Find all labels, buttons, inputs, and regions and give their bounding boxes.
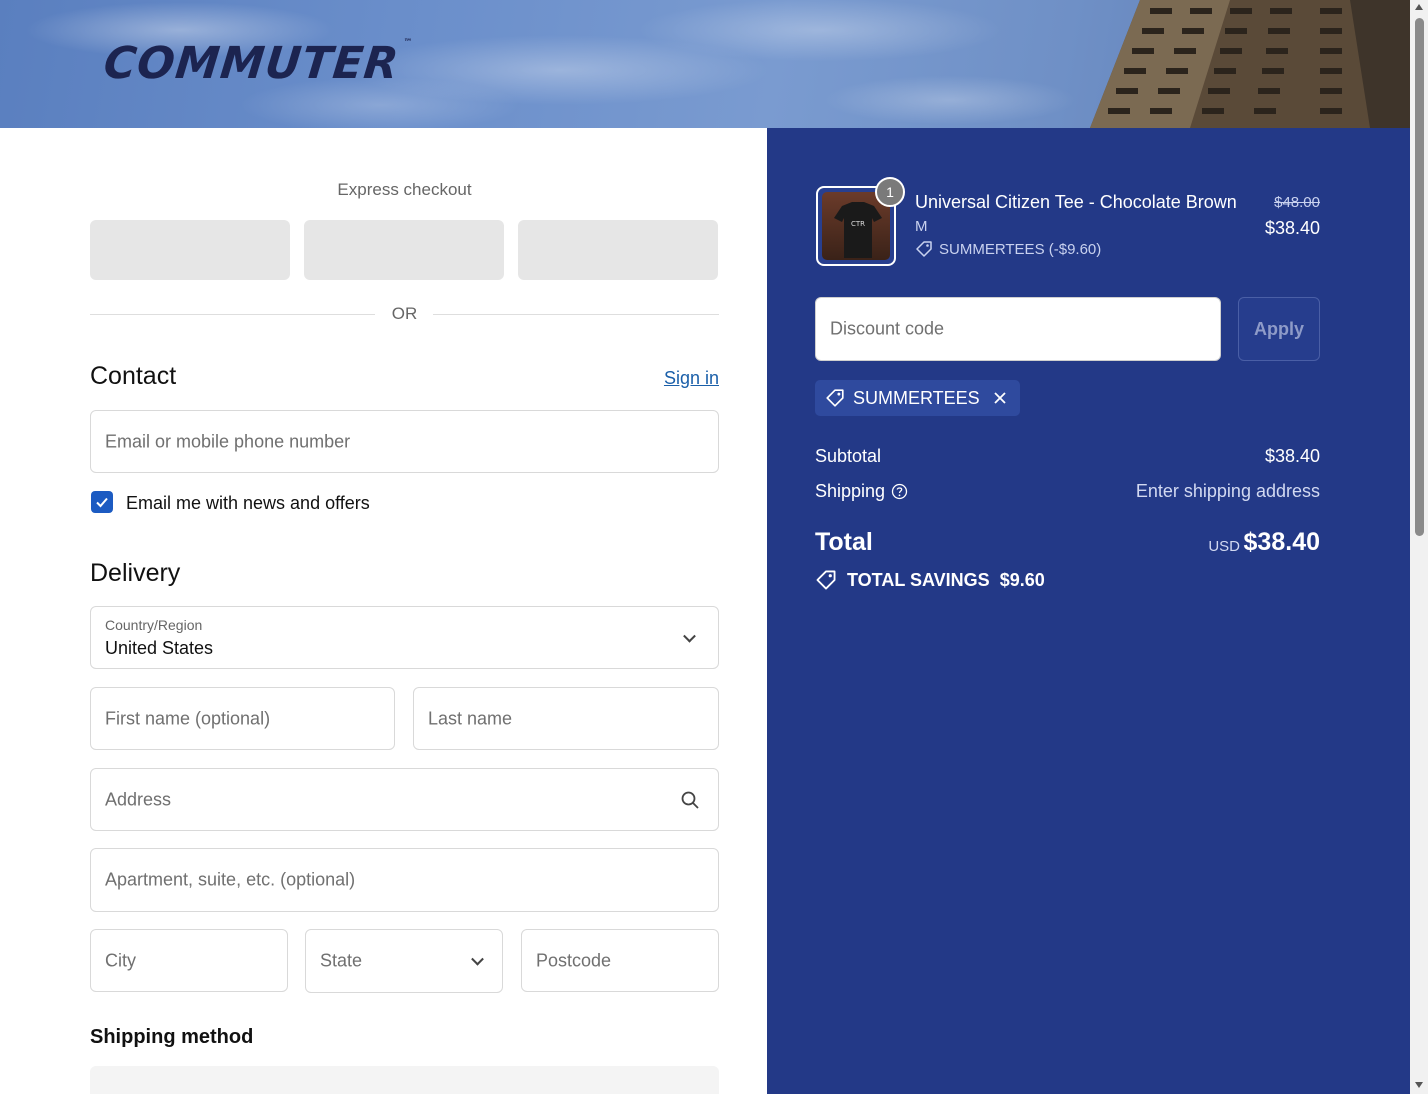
scroll-down-arrow[interactable] [1415, 1082, 1423, 1088]
product-discount: SUMMERTEES (-$9.60) [915, 240, 1101, 258]
email-placeholder: Email or mobile phone number [105, 431, 351, 451]
shipping-method-heading: Shipping method [90, 1026, 254, 1048]
country-select[interactable]: Country/Region United States [90, 606, 719, 669]
total-label: Total [815, 528, 873, 556]
divider [90, 314, 375, 315]
city-placeholder: City [105, 950, 136, 970]
address-placeholder: Address [105, 789, 172, 809]
express-pay-button-2[interactable] [304, 220, 504, 280]
address-field[interactable]: Address [90, 768, 719, 831]
commuter-logo[interactable]: COMMUTER™ [101, 38, 413, 89]
express-pay-button-1[interactable] [90, 220, 290, 280]
country-label: Country/Region [105, 617, 203, 633]
shipping-label: Shipping [815, 481, 886, 501]
tag-icon [916, 241, 932, 257]
chevron-down-icon [471, 952, 484, 966]
news-opt-in-checkbox[interactable] [91, 491, 113, 513]
search-icon[interactable] [680, 790, 700, 810]
express-pay-button-3[interactable] [518, 220, 718, 280]
product-name: Universal Citizen Tee - Chocolate Brown [915, 192, 1237, 212]
subtotal-label: Subtotal [815, 446, 882, 466]
apply-discount-button[interactable]: Apply [1238, 297, 1320, 361]
subtotal-value: $38.40 [1264, 446, 1320, 466]
page-scrollbar[interactable] [1410, 0, 1428, 1094]
applied-discount-chip: SUMMERTEES [815, 380, 1020, 416]
postcode-placeholder: Postcode [536, 950, 612, 970]
savings-value: $9.60 [999, 569, 1045, 590]
or-divider-label: OR [391, 304, 418, 323]
first-name-field[interactable]: First name (optional) [90, 687, 395, 750]
chevron-down-icon [683, 629, 696, 643]
savings-label: TOTAL SAVINGS [847, 569, 990, 590]
last-name-placeholder: Last name [428, 708, 513, 728]
tag-icon [826, 389, 844, 407]
close-icon[interactable] [992, 390, 1008, 406]
express-checkout-title: Express checkout [337, 180, 472, 199]
state-select[interactable]: State [305, 929, 503, 993]
scroll-thumb[interactable] [1415, 18, 1424, 536]
original-price: $48.00 [1274, 194, 1320, 211]
state-placeholder: State [320, 950, 363, 971]
last-name-field[interactable]: Last name [413, 687, 719, 750]
first-name-placeholder: First name (optional) [105, 708, 271, 728]
total-savings: TOTAL SAVINGS $9.60 [815, 569, 1045, 591]
quantity-badge: 1 [875, 177, 905, 207]
discount-code-placeholder: Discount code [830, 318, 945, 339]
apartment-field[interactable]: Apartment, suite, etc. (optional) [90, 848, 719, 912]
shipping-row-label: Shipping [815, 481, 908, 502]
total-value: $38.40 [1243, 528, 1320, 556]
country-value: United States [105, 638, 214, 658]
item-price: $38.40 [1264, 218, 1320, 238]
building-image [1090, 0, 1410, 128]
shipping-value: Enter shipping address [1135, 481, 1320, 501]
product-variant: M [915, 218, 928, 235]
postcode-field[interactable]: Postcode [521, 929, 719, 992]
check-icon [96, 497, 108, 508]
delivery-heading: Delivery [90, 559, 181, 587]
email-field[interactable]: Email or mobile phone number [90, 410, 719, 473]
sign-in-link[interactable]: Sign in [664, 368, 719, 389]
product-discount-label: SUMMERTEES (-$9.60) [939, 240, 1102, 258]
header-banner: COMMUTER™ [0, 0, 1410, 128]
apartment-placeholder: Apartment, suite, etc. (optional) [105, 869, 356, 890]
tag-icon [816, 570, 836, 590]
applied-code-label: SUMMERTEES [853, 387, 980, 408]
shipping-method-box [90, 1066, 719, 1094]
news-opt-in-label: Email me with news and offers [126, 493, 370, 513]
currency-code: USD [1208, 538, 1240, 555]
help-icon[interactable] [891, 483, 908, 500]
order-summary: CTR 1 Universal Citizen Tee - Chocolate … [767, 128, 1410, 1094]
divider [433, 314, 719, 315]
contact-heading: Contact [90, 362, 177, 390]
scroll-up-arrow[interactable] [1415, 4, 1423, 10]
svg-text:CTR: CTR [851, 220, 865, 228]
discount-code-input[interactable]: Discount code [815, 297, 1221, 361]
city-field[interactable]: City [90, 929, 288, 992]
